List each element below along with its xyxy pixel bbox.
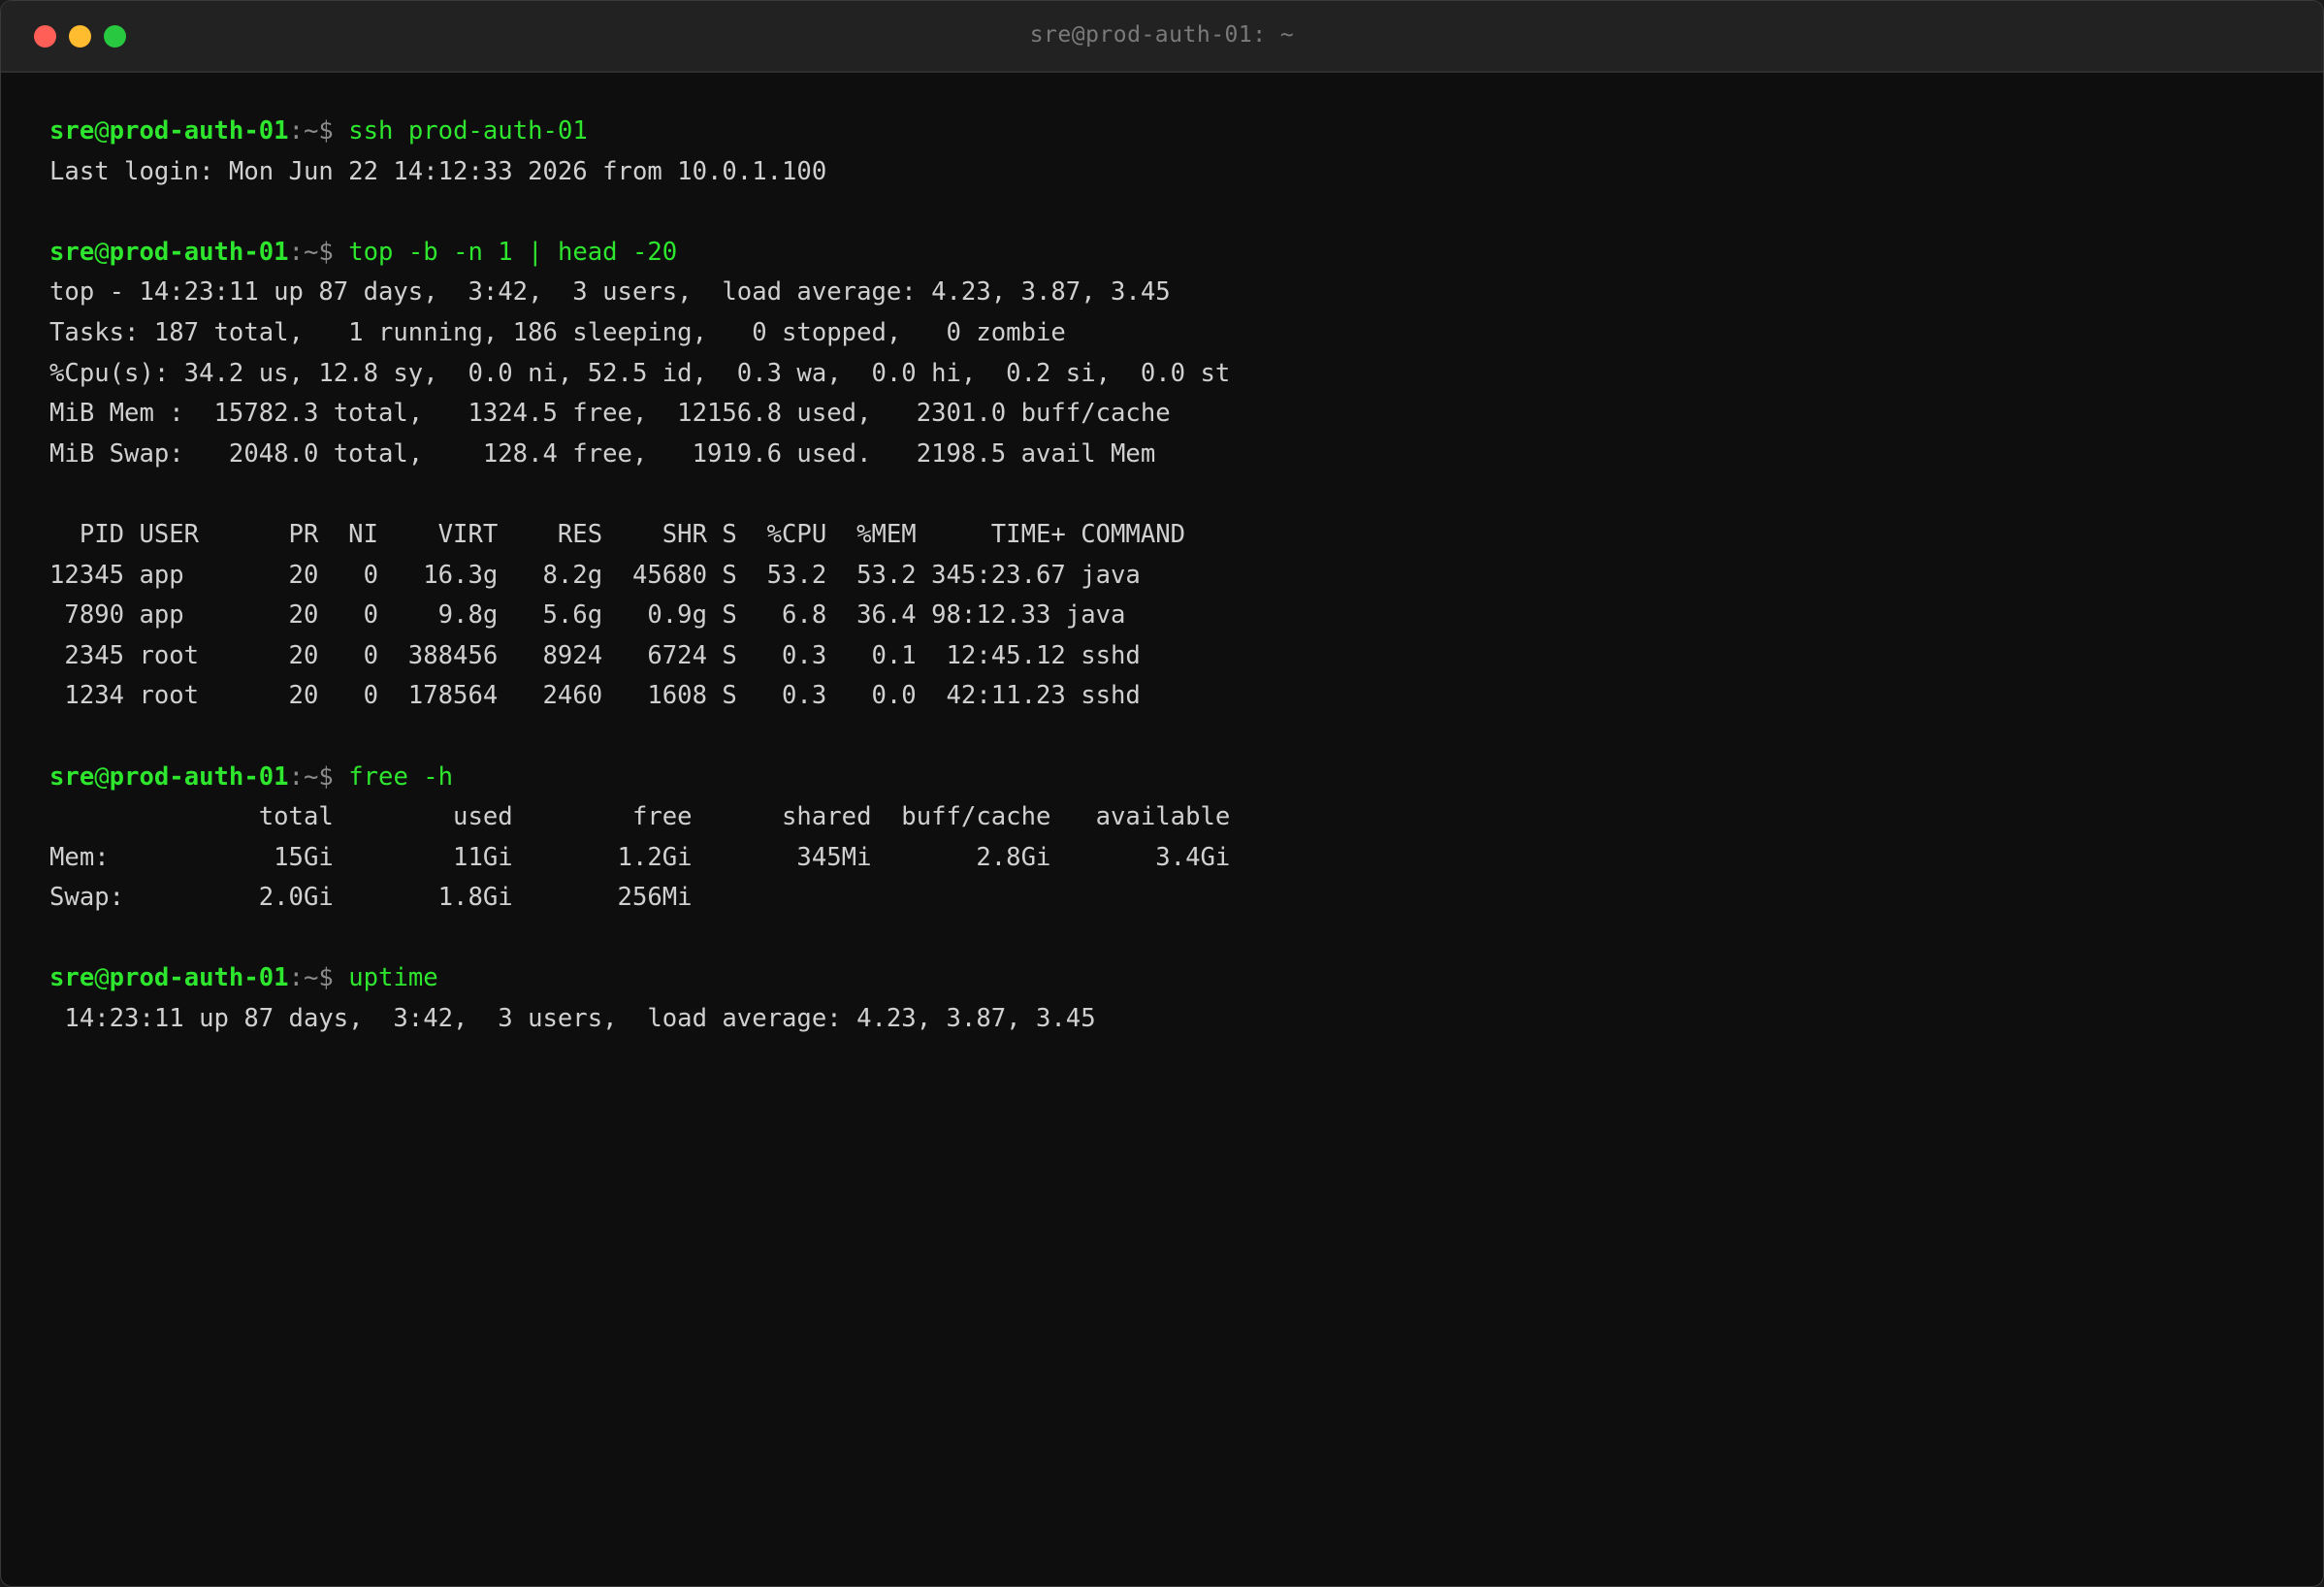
title-bar[interactable]: sre@prod-auth-01: ~ bbox=[1, 1, 2323, 73]
prompt-line: sre@prod-auth-01:~$ free -h bbox=[49, 758, 2284, 798]
prompt-host: prod-auth-01 bbox=[109, 116, 289, 146]
prompt-path: :~$ bbox=[288, 116, 334, 146]
process-row: 12345 app 20 0 16.3g 8.2g 45680 S 53.2 5… bbox=[49, 560, 1141, 590]
output-line: MiB Mem : 15782.3 total, 1324.5 free, 12… bbox=[49, 399, 1171, 429]
prompt-line: sre@prod-auth-01:~$ top -b -n 1 | head -… bbox=[49, 233, 2284, 274]
prompt-path: :~$ bbox=[288, 963, 334, 993]
prompt-path: :~$ bbox=[288, 237, 334, 267]
prompt-user: sre bbox=[49, 237, 95, 267]
window-title: sre@prod-auth-01: ~ bbox=[1029, 22, 1295, 48]
process-row: 1234 root 20 0 178564 2460 1608 S 0.3 0.… bbox=[49, 681, 1141, 711]
output-line: 14:23:11 up 87 days, 3:42, 3 users, load… bbox=[49, 1004, 1096, 1034]
prompt-host: prod-auth-01 bbox=[109, 963, 289, 993]
prompt-at: @ bbox=[94, 963, 110, 993]
command-text: top -b -n 1 | head -20 bbox=[348, 237, 678, 267]
terminal-window: sre@prod-auth-01: ~ sre@prod-auth-01:~$ … bbox=[0, 0, 2324, 1587]
prompt-host: prod-auth-01 bbox=[109, 237, 289, 267]
terminal-output[interactable]: sre@prod-auth-01:~$ ssh prod-auth-01 Las… bbox=[49, 112, 2284, 1567]
memory-row: Mem: 15Gi 11Gi 1.2Gi 345Mi 2.8Gi 3.4Gi bbox=[49, 842, 1231, 872]
output-line: Tasks: 187 total, 1 running, 186 sleepin… bbox=[49, 317, 1066, 347]
prompt-host: prod-auth-01 bbox=[109, 761, 289, 792]
prompt-at: @ bbox=[94, 237, 110, 267]
prompt-user: sre bbox=[49, 963, 95, 993]
memory-table-header: total used free shared buff/cache availa… bbox=[49, 802, 1231, 832]
process-table-header: PID USER PR NI VIRT RES SHR S %CPU %MEM … bbox=[49, 519, 1186, 549]
memory-row: Swap: 2.0Gi 1.8Gi 256Mi bbox=[49, 883, 693, 913]
prompt-user: sre bbox=[49, 116, 95, 146]
output-line: top - 14:23:11 up 87 days, 3:42, 3 users… bbox=[49, 277, 1171, 308]
output-line: MiB Swap: 2048.0 total, 128.4 free, 1919… bbox=[49, 438, 1156, 469]
prompt-at: @ bbox=[94, 761, 110, 792]
process-row: 2345 root 20 0 388456 8924 6724 S 0.3 0.… bbox=[49, 640, 1141, 670]
prompt-line: sre@prod-auth-01:~$ uptime bbox=[49, 958, 2284, 999]
command-text: free -h bbox=[348, 761, 454, 792]
prompt-path: :~$ bbox=[288, 761, 334, 792]
prompt-user: sre bbox=[49, 761, 95, 792]
process-row: 7890 app 20 0 9.8g 5.6g 0.9g S 6.8 36.4 … bbox=[49, 600, 1126, 631]
command-text: uptime bbox=[348, 963, 438, 993]
output-line: %Cpu(s): 34.2 us, 12.8 sy, 0.0 ni, 52.5 … bbox=[49, 358, 1231, 388]
output-line: Last login: Mon Jun 22 14:12:33 2026 fro… bbox=[49, 156, 827, 186]
command-text: ssh prod-auth-01 bbox=[348, 116, 588, 146]
prompt-line: sre@prod-auth-01:~$ ssh prod-auth-01 bbox=[49, 112, 2284, 152]
prompt-at: @ bbox=[94, 116, 110, 146]
